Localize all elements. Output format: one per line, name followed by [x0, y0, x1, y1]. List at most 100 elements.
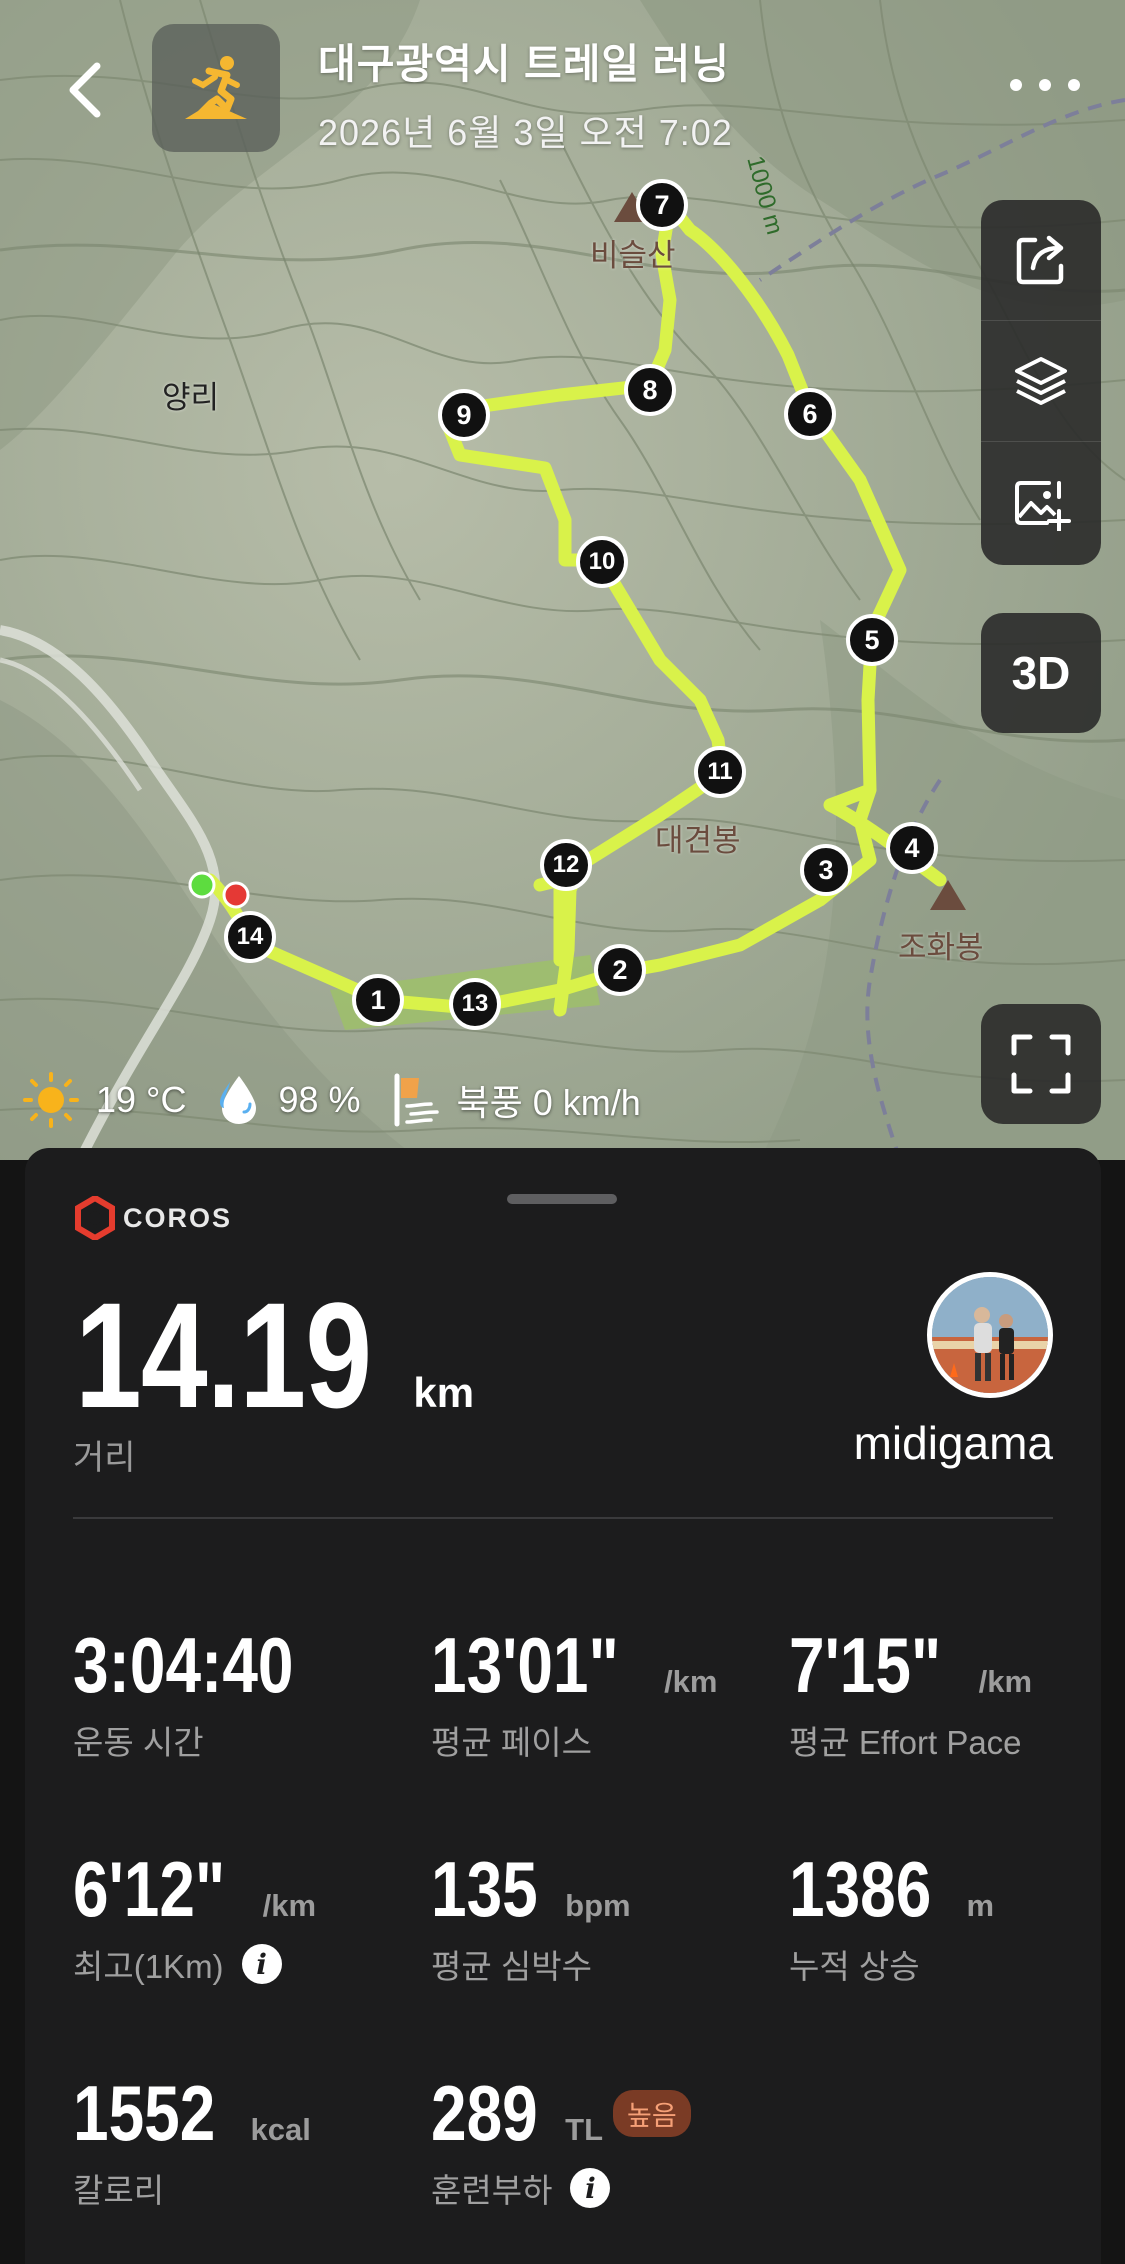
stat-value: 7'15": [789, 1621, 942, 1709]
stat-best-1km: 6'12"/km 최고(1Km) i: [73, 1850, 316, 1988]
layers-button[interactable]: [981, 321, 1101, 442]
username: midigama: [853, 1417, 1053, 1469]
stat-unit: /km: [978, 1664, 1033, 1699]
km-marker[interactable]: 6: [784, 388, 836, 440]
weather-wind: 북풍 0 km/h: [391, 1072, 641, 1128]
temperature-value: 19 °C: [96, 1079, 187, 1120]
km-marker[interactable]: 14: [224, 911, 276, 963]
wind-value: 북풍 0 km/h: [456, 1082, 641, 1123]
stat-elevation-gain: 1386 m 누적 상승: [789, 1850, 994, 1988]
activity-datetime: 2026년 6월 3일 오전 7:02: [318, 112, 733, 153]
brand-logo: COROS: [75, 1196, 232, 1240]
distance-unit: km: [413, 1369, 475, 1416]
start-marker: [188, 871, 216, 899]
stat-label: 운동 시간: [73, 1724, 204, 1761]
share-icon: [1016, 235, 1064, 285]
stat-value: 6'12": [73, 1845, 226, 1933]
stat-label: 칼로리: [73, 2172, 165, 2209]
peak-label-johwabong: 조화봉: [898, 930, 984, 965]
training-load-badge: 높음: [613, 2089, 691, 2137]
humidity-value: 98 %: [278, 1079, 361, 1120]
avatar-photo: [932, 1277, 1048, 1393]
map-toolbar: [981, 200, 1101, 565]
dot: [1039, 79, 1051, 91]
divider: [73, 1517, 1053, 1519]
km-marker[interactable]: 5: [846, 614, 898, 666]
stat-label: 최고(1Km): [73, 1948, 224, 1985]
weather-temperature: 19 °C: [22, 1071, 186, 1129]
fullscreen-button[interactable]: [981, 1004, 1101, 1124]
stat-avg-heart-rate: 135 bpm 평균 심박수: [431, 1850, 631, 1988]
stat-unit: m: [966, 1888, 995, 1923]
km-marker[interactable]: 2: [594, 944, 646, 996]
stat-effort-pace: 7'15"/km 평균 Effort Pace: [789, 1626, 1032, 1764]
stat-unit: /km: [664, 1664, 718, 1699]
stat-value: 135: [431, 1845, 538, 1933]
stat-calories: 1552 kcal 칼로리: [73, 2074, 311, 2212]
stat-label-row: 훈련부하 i: [431, 2164, 691, 2212]
coros-logo-icon: [75, 1196, 115, 1240]
km-marker[interactable]: 4: [886, 822, 938, 874]
km-marker[interactable]: 8: [624, 364, 676, 416]
end-marker: [222, 881, 250, 909]
km-marker[interactable]: 1: [352, 974, 404, 1026]
route-map[interactable]: 1000 m 양리 비슬산 대견봉 조화봉 1 2 3 4 5 6 7 8 9 10 11 12 13 1…: [0, 0, 1125, 1160]
stat-training-load: 289 TL 높음 훈련부하 i: [431, 2074, 691, 2212]
km-marker[interactable]: 3: [800, 844, 852, 896]
sun-icon: [23, 1072, 79, 1128]
stat-value: 1552: [73, 2069, 216, 2157]
stat-value: 289: [431, 2069, 538, 2157]
place-label-yangri: 양리: [162, 380, 220, 415]
stat-value: 13'01": [431, 1621, 619, 1709]
stat-unit: /km: [262, 1888, 317, 1923]
stat-value: 3:04:40: [73, 1621, 294, 1709]
stat-label: 평균 페이스: [431, 1724, 592, 1761]
sheet-grabber[interactable]: [507, 1194, 617, 1204]
view-3d-button[interactable]: 3D: [981, 613, 1101, 733]
map-canvas[interactable]: 1000 m: [0, 0, 1125, 1160]
more-options-button[interactable]: [1010, 70, 1080, 100]
fullscreen-icon: [1011, 1034, 1071, 1094]
stat-label: 평균 Effort Pace: [789, 1724, 1022, 1761]
km-marker[interactable]: 9: [438, 389, 490, 441]
dot: [1068, 79, 1080, 91]
humidity-drop-icon: [220, 1076, 257, 1124]
trail-running-icon: [185, 56, 247, 119]
km-marker[interactable]: 13: [449, 978, 501, 1030]
activity-type-tile: [152, 24, 280, 152]
activity-title: 대구광역시 트레일 러닝: [318, 41, 730, 87]
stat-unit: TL: [565, 2112, 604, 2147]
info-icon[interactable]: i: [570, 2168, 611, 2208]
weather-bar: 19 °C 98 % 북풍 0 km/h: [22, 1070, 671, 1130]
distance-value: 14.19: [75, 1271, 372, 1439]
peak-label-biseulsan: 비슬산: [590, 238, 676, 273]
wind-flag-icon: [394, 1073, 439, 1127]
stat-label: 누적 상승: [789, 1948, 920, 1985]
brand-name: COROS: [123, 1202, 233, 1233]
avatar[interactable]: [927, 1272, 1053, 1398]
add-photo-button[interactable]: [981, 442, 1101, 563]
share-button[interactable]: [981, 200, 1101, 321]
add-photo-icon: [1015, 480, 1071, 531]
stat-unit: kcal: [250, 2112, 311, 2147]
chevron-left-icon: [69, 62, 101, 118]
km-marker[interactable]: 10: [576, 536, 628, 588]
dot: [1010, 79, 1022, 91]
stat-label: 훈련부하: [431, 2172, 553, 2209]
distance-label: 거리: [73, 1439, 136, 1477]
stat-unit: bpm: [565, 1888, 631, 1923]
back-button[interactable]: [50, 55, 120, 125]
stat-label-row: 최고(1Km) i: [73, 1940, 316, 1988]
stat-avg-pace: 13'01"/km 평균 페이스: [431, 1626, 717, 1764]
info-icon[interactable]: i: [241, 1944, 282, 1984]
stat-value: 1386: [789, 1845, 932, 1933]
layers-icon: [1015, 357, 1067, 405]
peak-label-daegyeonbong: 대견봉: [655, 823, 741, 858]
stat-duration: 3:04:40 운동 시간: [73, 1626, 346, 1764]
summary-panel: COROS 14.19 km 거리 midigama 3:04:40 운동 시간…: [25, 1148, 1101, 2264]
km-marker[interactable]: 12: [540, 839, 592, 891]
km-marker[interactable]: 7: [636, 179, 688, 231]
stat-label: 평균 심박수: [431, 1948, 592, 1985]
km-marker[interactable]: 11: [694, 746, 746, 798]
weather-humidity: 98 %: [216, 1072, 361, 1128]
